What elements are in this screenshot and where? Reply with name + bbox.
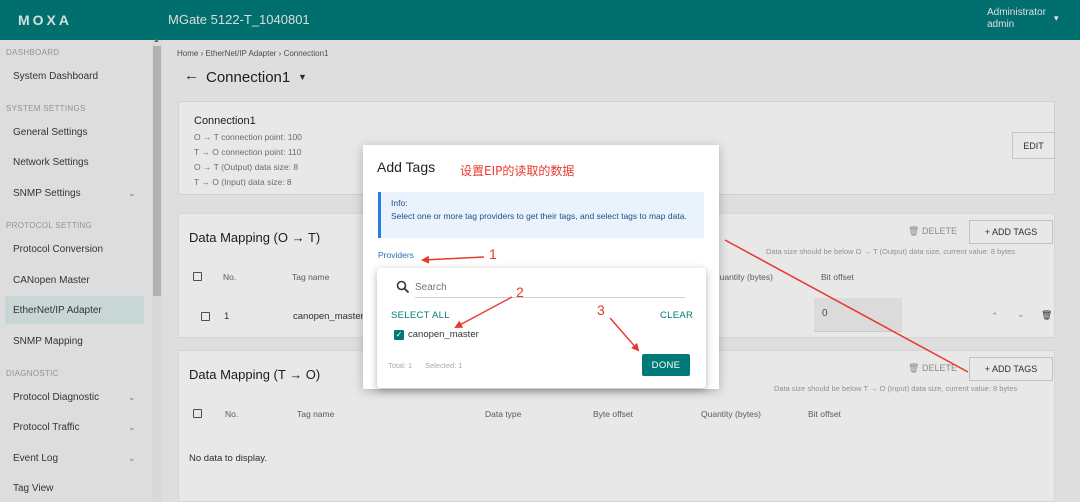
info-box: Info: Select one or more tag providers t… [378, 192, 704, 238]
providers-dropdown: SELECT ALL CLEAR ✓ canopen_master Total:… [377, 268, 706, 388]
annotation-note: 设置EIP的读取的数据 [460, 164, 575, 178]
total-count: Total: 1 [388, 361, 413, 370]
dialog-title: Add Tags [377, 159, 436, 175]
search-input[interactable] [415, 280, 685, 298]
check-icon[interactable]: ✓ [394, 330, 404, 340]
provider-option-label[interactable]: canopen_master [408, 329, 479, 340]
selected-count: Selected: 1 [425, 361, 463, 370]
annotation-number: 2 [516, 284, 524, 300]
clear-button[interactable]: CLEAR [660, 310, 693, 321]
providers-field-label[interactable]: Providers [378, 250, 414, 260]
annotation-number: 3 [597, 302, 605, 318]
select-all-button[interactable]: SELECT ALL [391, 310, 450, 321]
info-message: Select one or more tag providers to get … [391, 211, 687, 221]
search-icon [396, 280, 410, 294]
info-label: Info: [391, 198, 408, 208]
done-button[interactable]: DONE [642, 354, 690, 376]
annotation-number: 1 [489, 246, 497, 262]
